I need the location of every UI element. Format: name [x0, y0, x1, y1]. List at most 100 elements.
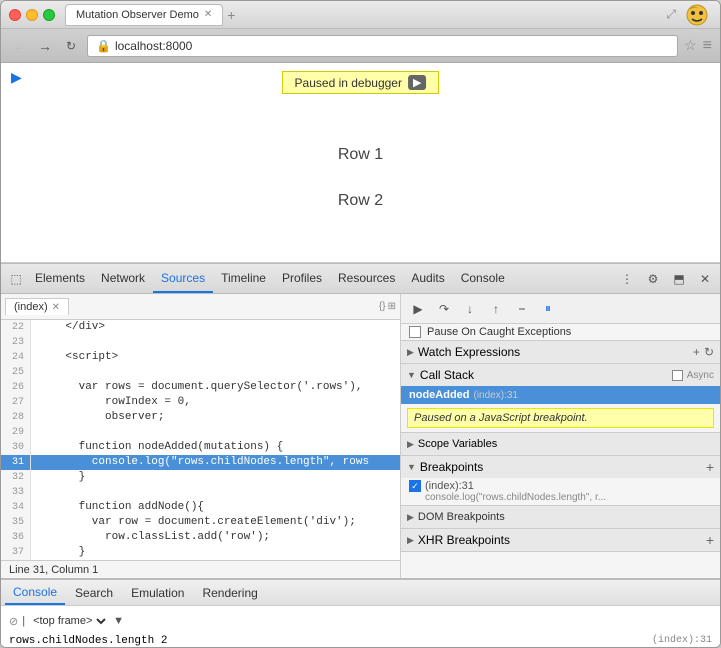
add-breakpoint-icon[interactable]: +: [706, 459, 714, 475]
maximize-button[interactable]: [43, 9, 55, 21]
tab-elements[interactable]: Elements: [27, 265, 93, 293]
format-icon[interactable]: ⊞: [388, 301, 396, 312]
tab-console[interactable]: Console: [453, 265, 513, 293]
back-button[interactable]: ←: [9, 36, 29, 56]
context-arrow-icon: ▼: [113, 615, 124, 627]
xhr-bp-arrow-icon: ▶: [407, 535, 414, 546]
dom-breakpoints-header[interactable]: ▶ DOM Breakpoints: [401, 506, 720, 528]
breakpoints-arrow-icon: ▼: [407, 462, 416, 472]
pause-exceptions-label: Pause On Caught Exceptions: [427, 326, 571, 338]
code-line-30: 30 function nodeAdded(mutations) {: [1, 440, 400, 455]
console-output-text: rows.childNodes.length 2: [9, 635, 167, 647]
close-devtools-icon[interactable]: ✕: [694, 268, 716, 290]
scope-header[interactable]: ▶ Scope Variables: [401, 433, 720, 455]
step-out-button[interactable]: ↑: [485, 298, 507, 320]
step-into-button[interactable]: ↓: [459, 298, 481, 320]
code-line-26: 26 var rows = document.querySelector('.r…: [1, 380, 400, 395]
dock-icon[interactable]: ⬒: [668, 268, 690, 290]
bookmark-icon[interactable]: ☆: [684, 37, 697, 54]
tab-search-bottom[interactable]: Search: [67, 581, 121, 605]
tab-profiles[interactable]: Profiles: [274, 265, 330, 293]
code-toolbar-actions: {} ⊞: [379, 301, 396, 312]
dom-breakpoints-section: ▶ DOM Breakpoints: [401, 506, 720, 529]
breakpoint-checkbox[interactable]: ✓: [409, 480, 421, 492]
resume-debug-button[interactable]: ▶: [407, 298, 429, 320]
step-over-button[interactable]: ↷: [433, 298, 455, 320]
file-tab-label: (index): [14, 301, 48, 313]
debugger-resume-button[interactable]: ▶: [408, 75, 426, 90]
url-lock-icon: 🔒: [96, 39, 111, 53]
deactivate-breakpoints-button[interactable]: ⎯: [511, 298, 533, 320]
webpage-row-2: Row 2: [1, 178, 720, 224]
code-file-toolbar: (index) ✕ {} ⊞: [1, 294, 400, 320]
callstack-header[interactable]: ▼ Call Stack Async: [401, 364, 720, 386]
console-file-ref[interactable]: (index):31: [652, 635, 712, 647]
new-tab-icon[interactable]: +: [227, 7, 235, 23]
breakpoint-checkmark-icon: ✓: [411, 481, 419, 492]
code-line-31: 31 console.log("rows.childNodes.length",…: [1, 455, 400, 470]
debugger-banner: Paused in debugger ▶: [282, 71, 440, 94]
add-watch-icon[interactable]: +: [693, 345, 700, 359]
file-tab-close-icon[interactable]: ✕: [52, 302, 60, 313]
expand-icon[interactable]: ⤢: [666, 7, 676, 22]
code-line-28: 28 observer;: [1, 410, 400, 425]
console-toolbar: Console Search Emulation Rendering: [1, 580, 720, 606]
menu-icon[interactable]: ≡: [703, 37, 712, 55]
code-area[interactable]: 22 </div> 23 24 <script> 25 26 var rows …: [1, 320, 400, 560]
titlebar: Mutation Observer Demo ✕ + ⤢: [1, 1, 720, 29]
add-xhr-breakpoint-icon[interactable]: +: [706, 532, 714, 548]
breakpoint-item-31[interactable]: ✓ (index):31 console.log("rows.childNode…: [401, 478, 720, 505]
inspect-element-icon[interactable]: ⬚: [5, 268, 27, 290]
refresh-button[interactable]: ↻: [61, 36, 81, 56]
async-checkbox[interactable]: [672, 370, 683, 381]
tab-timeline[interactable]: Timeline: [213, 265, 274, 293]
console-section: Console Search Emulation Rendering ⊘ | <…: [1, 578, 720, 648]
customize-icon[interactable]: ⋮: [616, 268, 638, 290]
code-line-25: 25: [1, 365, 400, 380]
tab-console-bottom[interactable]: Console: [5, 581, 65, 605]
breakpoint-row-top: ✓ (index):31: [409, 480, 712, 492]
debugger-right-panel: ▶ ↷ ↓ ↑ ⎯ ⏸ Pause On Caught Exceptions: [401, 294, 720, 578]
pretty-print-icon[interactable]: {}: [379, 301, 386, 312]
devtools-panel: ⬚ Elements Network Sources Timeline Prof…: [1, 263, 720, 648]
xhr-breakpoints-label: XHR Breakpoints: [418, 533, 510, 547]
tab-resources[interactable]: Resources: [330, 265, 403, 293]
webpage: ▶ Paused in debugger ▶ Row 1 Row 2: [1, 63, 720, 263]
code-line-24: 24 <script>: [1, 350, 400, 365]
console-output-line-1: rows.childNodes.length 2 (index):31: [9, 634, 712, 648]
scope-variables-section: ▶ Scope Variables: [401, 433, 720, 456]
tab-area: Mutation Observer Demo ✕ +: [65, 4, 666, 26]
close-button[interactable]: [9, 9, 21, 21]
xhr-breakpoints-header[interactable]: ▶ XHR Breakpoints +: [401, 529, 720, 551]
breakpoints-header[interactable]: ▼ Breakpoints +: [401, 456, 720, 478]
code-status-bar: Line 31, Column 1: [1, 560, 400, 578]
resume-icon: ▶: [413, 77, 421, 89]
file-tab-index[interactable]: (index) ✕: [5, 298, 69, 315]
tab-emulation-bottom[interactable]: Emulation: [123, 581, 192, 605]
breakpoint-code: console.log("rows.childNodes.length", r.…: [425, 492, 645, 503]
filter-separator: |: [22, 615, 25, 627]
tab-close-icon[interactable]: ✕: [204, 9, 212, 20]
console-filter-row: ⊘ | <top frame> ▼: [9, 610, 712, 632]
pause-button[interactable]: ⏸: [537, 298, 559, 320]
tab-network[interactable]: Network: [93, 265, 153, 293]
tab-audits[interactable]: Audits: [403, 265, 452, 293]
callstack-fn-file: (index):31: [474, 390, 518, 401]
context-select[interactable]: <top frame>: [29, 614, 109, 628]
watch-actions: + ↻: [693, 345, 714, 359]
pause-exceptions-section: Pause On Caught Exceptions: [401, 324, 720, 341]
pause-exceptions-checkbox[interactable]: [409, 326, 421, 338]
code-line-23: 23: [1, 335, 400, 350]
settings-icon[interactable]: ⚙: [642, 268, 664, 290]
forward-button[interactable]: →: [35, 36, 55, 56]
tab-rendering-bottom[interactable]: Rendering: [194, 581, 265, 605]
minimize-button[interactable]: [26, 9, 38, 21]
code-line-36: 36 row.classList.add('row');: [1, 530, 400, 545]
refresh-watch-icon[interactable]: ↻: [704, 345, 714, 359]
url-bar[interactable]: 🔒 localhost:8000: [87, 35, 678, 57]
tab-sources[interactable]: Sources: [153, 265, 213, 293]
watch-header[interactable]: ▶ Watch Expressions + ↻: [401, 341, 720, 363]
code-line-22: 22 </div>: [1, 320, 400, 335]
browser-tab[interactable]: Mutation Observer Demo ✕: [65, 4, 223, 26]
callstack-item-node-added[interactable]: nodeAdded (index):31: [401, 386, 720, 404]
